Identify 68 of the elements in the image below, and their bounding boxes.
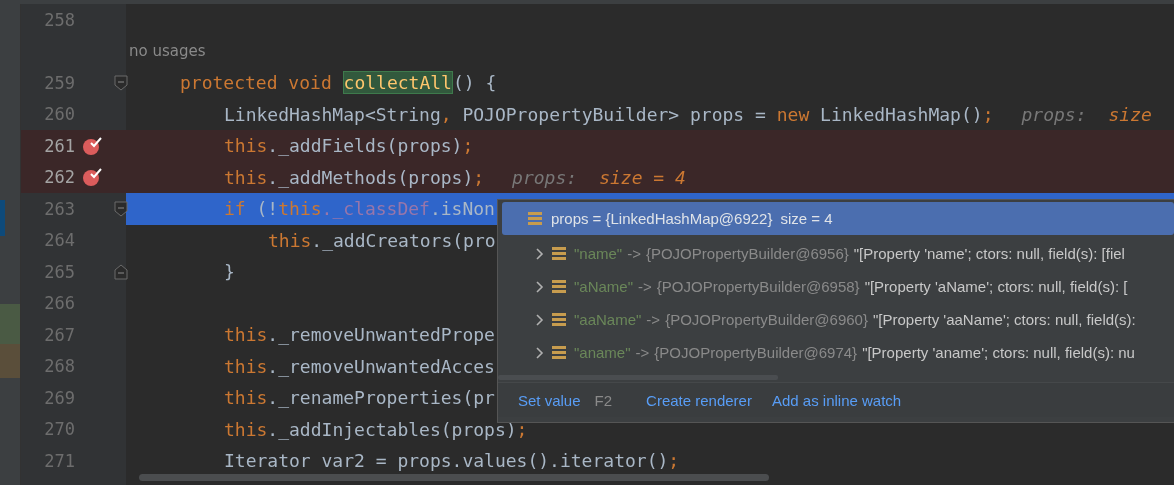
code-line: this._addFields(props); xyxy=(224,135,474,157)
horizontal-scrollbar[interactable] xyxy=(498,375,778,380)
horizontal-scrollbar[interactable] xyxy=(139,474,769,481)
code-line: this._addCreators(pro xyxy=(268,229,496,251)
code-line: } xyxy=(224,261,235,283)
entry-value: "[Property 'name'; ctors: null, field(s): [fiel xyxy=(853,245,1125,262)
code-line: this._renameProperties(pr xyxy=(224,387,495,409)
entry-type: {POJOPropertyBuilder@6958} xyxy=(656,278,860,295)
list-icon xyxy=(552,247,566,260)
line-number: 264 xyxy=(43,230,75,251)
list-icon xyxy=(552,346,566,359)
variable-name: props xyxy=(551,210,589,227)
expand-icon[interactable] xyxy=(534,247,544,260)
entry-arrow: -> xyxy=(627,245,641,262)
action-link[interactable]: Set value xyxy=(518,391,581,409)
code-line: if (!this._classDef.isNon xyxy=(224,198,495,220)
entry-type: {POJOPropertyBuilder@6974} xyxy=(654,344,858,361)
entry-value: "[Property 'aaName'; ctors: null, field(s): xyxy=(872,311,1136,328)
code-line: Iterator var2 = props.values().iterator(); xyxy=(224,450,680,472)
line-number: 258 xyxy=(43,9,75,30)
code-line: this._removeUnwantedPrope xyxy=(224,324,495,346)
line-number: 267 xyxy=(43,324,75,345)
line-number: 261 xyxy=(43,135,75,156)
breakpoint-icon[interactable] xyxy=(82,167,104,188)
action-link[interactable]: Add as inline watch xyxy=(771,391,902,409)
entry-arrow: -> xyxy=(638,278,652,295)
entry-key: "aname" xyxy=(574,344,631,361)
line-number: 260 xyxy=(43,104,75,125)
code-line: protected void collectAll() { xyxy=(180,72,497,94)
entry-arrow: -> xyxy=(635,344,650,361)
expand-icon[interactable] xyxy=(534,313,544,326)
line-number: 263 xyxy=(43,198,75,219)
code-line: LinkedHashMap<String, POJOPropertyBuilder> props = new LinkedHashMap(); props: size xyxy=(224,103,1152,125)
line-number: 271 xyxy=(43,450,75,471)
change-marker xyxy=(0,344,20,378)
action-link[interactable]: Create renderer xyxy=(646,391,752,409)
fold-icon[interactable] xyxy=(114,200,128,217)
entry-arrow: -> xyxy=(646,311,661,328)
entry-type: {POJOPropertyBuilder@6956} xyxy=(645,245,849,262)
shortcut-hint: F2 xyxy=(594,391,613,409)
expand-icon[interactable] xyxy=(534,280,544,293)
entry-key: "aName" xyxy=(574,278,633,295)
line-number: 262 xyxy=(43,167,75,188)
variable-size: size = 4 xyxy=(780,210,833,227)
entry-type: {POJOPropertyBuilder@6960} xyxy=(665,311,868,328)
list-icon xyxy=(528,212,542,225)
code-line: this._removeUnwantedAcces xyxy=(224,355,495,377)
line-number: 259 xyxy=(43,72,75,93)
code-line: this._addMethods(props); props: size = 4 xyxy=(224,166,686,188)
usage-hint[interactable]: no usages xyxy=(129,42,206,61)
change-marker xyxy=(0,304,20,344)
list-icon xyxy=(552,313,566,326)
entry-value: "[Property 'aname'; ctors: null, field(s): nu xyxy=(862,344,1135,361)
entry-key: "aaName" xyxy=(574,311,642,328)
line-number: 269 xyxy=(43,387,75,408)
breakpoint-icon[interactable] xyxy=(82,135,104,156)
line-number: 266 xyxy=(43,293,75,314)
line-number: 270 xyxy=(43,419,75,440)
variable-row[interactable]: props = {LinkedHashMap@6922} size = 4 xyxy=(502,202,1174,235)
variable-value: = {LinkedHashMap@6922} xyxy=(592,210,773,227)
code-line: this._addInjectables(props); xyxy=(224,418,528,440)
entry-value: "[Property 'aName'; ctors: null, field(s): [ xyxy=(864,278,1128,295)
expand-icon[interactable] xyxy=(534,346,544,359)
scroll-marker xyxy=(0,200,5,236)
list-icon xyxy=(552,280,566,293)
entry-key: "name" xyxy=(574,245,623,262)
line-number: 265 xyxy=(43,261,75,282)
line-number: 268 xyxy=(43,356,75,377)
